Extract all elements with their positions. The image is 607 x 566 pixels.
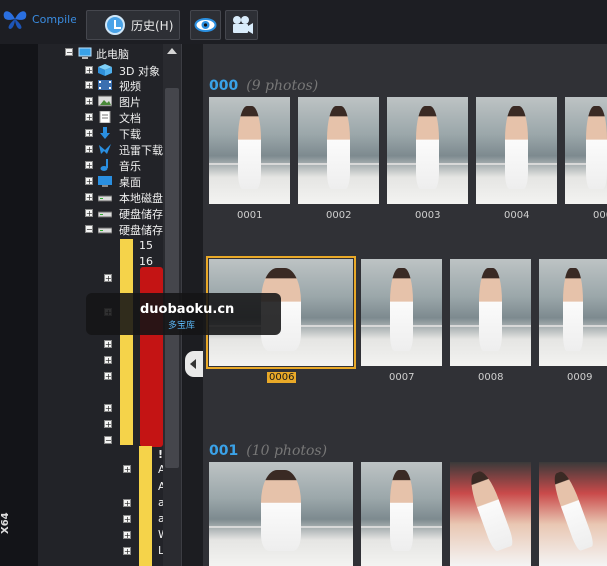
collapse-toggle[interactable]: − <box>65 48 73 57</box>
slideshow-button[interactable] <box>225 10 258 40</box>
history-button-label: 历史(H) <box>131 19 174 33</box>
photo-thumbnail[interactable] <box>450 259 531 366</box>
group-header: 001 (10 photos) <box>209 443 327 459</box>
tree-item-label[interactable]: 下载 <box>119 126 141 142</box>
download-icon <box>100 127 110 139</box>
expand-toggle[interactable]: + <box>104 420 112 429</box>
thumbnail-caption: 0008 <box>478 372 504 383</box>
drive-icon <box>98 195 112 202</box>
expand-toggle[interactable]: + <box>123 465 131 474</box>
photo-thumbnail[interactable] <box>450 462 531 566</box>
view-button[interactable] <box>190 10 221 40</box>
photo-thumbnail[interactable] <box>387 97 468 204</box>
desktop-icon <box>98 176 112 187</box>
expand-toggle[interactable]: + <box>85 161 93 170</box>
expand-toggle[interactable]: + <box>85 97 93 106</box>
thumbnail-caption: 0004 <box>504 210 530 221</box>
expand-toggle[interactable]: + <box>85 209 93 218</box>
tree-item-label[interactable]: 迅雷下载 <box>119 142 163 158</box>
tree-item-label[interactable]: 视频 <box>119 78 141 94</box>
folder-icon-column <box>139 446 152 566</box>
expand-toggle[interactable]: + <box>123 515 131 524</box>
drive-icon <box>98 211 112 218</box>
watermark-sub: 多宝库 <box>168 321 196 331</box>
group-count: (9 photos) <box>246 78 319 94</box>
photo-thumbnail[interactable] <box>361 259 442 366</box>
tree-item-label[interactable]: 硬盘储存 <box>119 222 163 238</box>
photo-thumbnail[interactable] <box>476 97 557 204</box>
scrollbar-thumb[interactable] <box>165 88 179 468</box>
tree-item-label[interactable]: 音乐 <box>119 158 141 174</box>
document-icon <box>99 111 111 123</box>
photo-thumbnail[interactable] <box>539 462 607 566</box>
expand-toggle[interactable]: + <box>123 547 131 556</box>
history-button[interactable]: 历史(H) <box>86 10 180 40</box>
app-title: Compiled Da <box>32 13 76 26</box>
photo-thumbnail[interactable] <box>298 97 379 204</box>
butterfly-logo-icon <box>3 11 27 29</box>
music-icon <box>100 159 108 171</box>
tree-item-label[interactable]: 此电脑 <box>96 46 129 62</box>
thumbnail-caption: 0005 <box>593 210 607 221</box>
expand-toggle[interactable]: + <box>104 372 112 381</box>
thumbnail-caption: 0007 <box>389 372 415 383</box>
computer-icon <box>78 47 92 59</box>
watermark-site: duobaoku.cn <box>140 302 235 317</box>
expand-toggle[interactable]: + <box>85 177 93 186</box>
photo-thumbnail[interactable] <box>539 259 607 366</box>
expand-toggle[interactable]: + <box>104 404 112 413</box>
tree-item-label[interactable]: 本地磁盘 <box>119 190 163 206</box>
expand-toggle[interactable]: + <box>123 531 131 540</box>
picture-icon <box>98 95 112 107</box>
group-name: 001 <box>209 443 239 459</box>
expand-toggle[interactable]: + <box>85 66 93 75</box>
expand-toggle[interactable]: + <box>85 81 93 90</box>
folder-icon-column <box>120 239 133 445</box>
expand-toggle[interactable]: + <box>104 274 112 283</box>
watermark-overlay: duobaoku.cn 多宝库 <box>86 293 281 335</box>
expand-toggle[interactable]: + <box>85 193 93 202</box>
eye-icon <box>194 18 217 32</box>
photo-thumbnail[interactable] <box>209 97 290 204</box>
expand-toggle[interactable]: + <box>104 340 112 349</box>
platform-label: X64 <box>0 512 11 534</box>
photo-thumbnail[interactable] <box>361 462 442 566</box>
cube-icon <box>98 64 112 76</box>
clock-icon <box>105 15 125 35</box>
thumbnail-caption: 0009 <box>567 372 593 383</box>
tree-item-label[interactable]: 硬盘储存 <box>119 206 163 222</box>
thunder-icon <box>99 144 111 154</box>
tree-item-label[interactable]: 15 <box>139 239 153 252</box>
camera-icon <box>233 16 253 34</box>
tree-item-label[interactable]: 3D 对象 <box>119 63 160 79</box>
collapse-panel-icon[interactable] <box>185 351 203 377</box>
expand-toggle[interactable]: + <box>85 113 93 122</box>
expand-toggle[interactable]: + <box>85 145 93 154</box>
thumbnail-caption: 0001 <box>237 210 263 221</box>
app-window: Compiled Da 历史(H) X64 − 此电 <box>0 0 607 566</box>
drive-icon <box>98 227 112 234</box>
expand-toggle[interactable]: + <box>123 499 131 508</box>
tree-item-label[interactable]: 桌面 <box>119 174 141 190</box>
thumbnail-caption-selected: 0006 <box>267 372 297 383</box>
group-count: (10 photos) <box>246 443 328 459</box>
collapse-toggle[interactable]: − <box>85 225 93 234</box>
collapse-toggle[interactable]: − <box>104 436 112 445</box>
expand-toggle[interactable]: + <box>85 129 93 138</box>
expand-toggle[interactable]: + <box>104 356 112 365</box>
toolbar: Compiled Da 历史(H) <box>0 0 607 44</box>
thumbnail-caption: 0003 <box>415 210 441 221</box>
scroll-up-icon[interactable] <box>167 48 177 54</box>
video-icon <box>98 80 112 90</box>
tree-item-label[interactable]: 图片 <box>119 94 141 110</box>
tree-item-label[interactable]: 文档 <box>119 110 141 126</box>
thumbnail-caption: 0002 <box>326 210 352 221</box>
group-name: 000 <box>209 78 239 94</box>
group-header: 000 (9 photos) <box>209 78 318 94</box>
photo-thumbnail[interactable] <box>209 462 353 566</box>
photo-thumbnail[interactable] <box>565 97 607 204</box>
left-rail <box>0 44 38 566</box>
